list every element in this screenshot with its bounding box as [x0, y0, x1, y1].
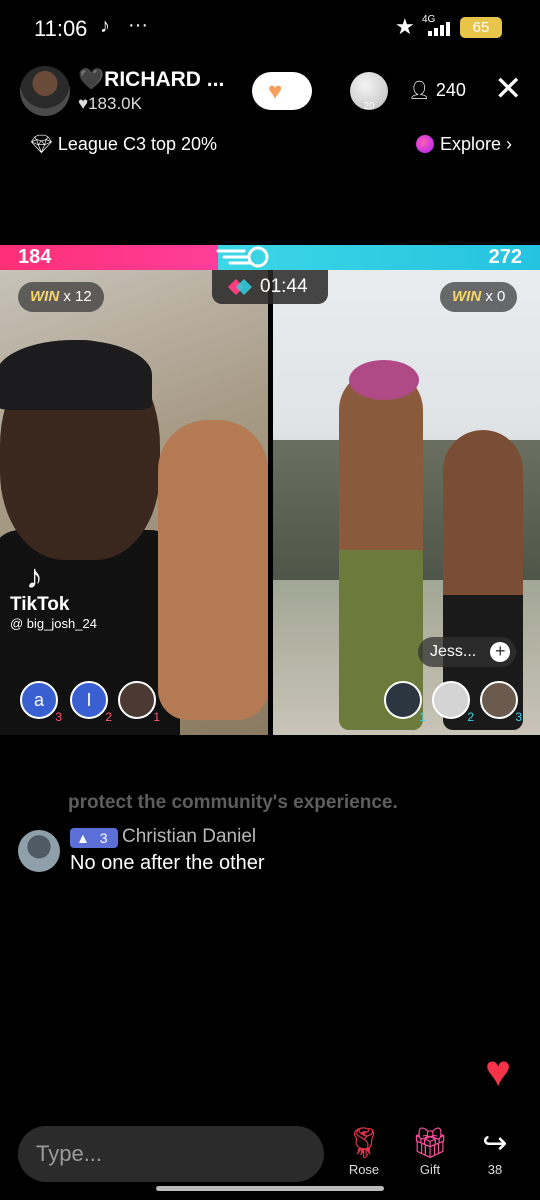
share-button[interactable]: ↪ 38: [470, 1126, 520, 1177]
left-supporter-1[interactable]: a 3: [20, 681, 62, 723]
home-indicator[interactable]: [156, 1186, 384, 1191]
waving-hand: [158, 420, 268, 720]
explore-icon: [416, 135, 434, 153]
watermark-brand: TikTok: [10, 594, 70, 615]
host-avatar[interactable]: [20, 66, 70, 116]
gift-icon: 🎁︎: [410, 1127, 450, 1160]
timer-value: 01:44: [260, 276, 308, 297]
explore-label: Explore: [440, 134, 502, 154]
comment-username[interactable]: Christian Daniel: [122, 826, 256, 848]
level-icon: ▲: [76, 830, 90, 846]
battle-icon: [228, 279, 252, 295]
viewer-count-value: 240: [435, 80, 466, 100]
right-supporter-2[interactable]: 2: [432, 681, 474, 723]
comment-input[interactable]: Type...: [18, 1126, 324, 1182]
status-bar: 11:06 ♪ ··· ★ 4G 65: [0, 0, 540, 56]
follow-button[interactable]: ♥: [252, 72, 312, 110]
bandana: [0, 340, 152, 410]
viewer-count[interactable]: 👤︎ 240: [408, 80, 466, 101]
host-name[interactable]: 🖤RICHARD ...: [78, 68, 224, 92]
status-time: 11:06: [34, 16, 88, 41]
close-button[interactable]: ✕: [494, 72, 523, 106]
star-icon: ★: [395, 14, 415, 39]
person-icon: 👤︎: [408, 80, 431, 100]
tiktok-watermark: ♪ TikTok @ big_josh_24: [10, 560, 97, 631]
left-supporter-2[interactable]: I 2: [70, 681, 112, 723]
add-guest-icon[interactable]: +: [490, 642, 511, 662]
gift-label: Gift: [419, 1162, 441, 1177]
left-win-badge: WIN x 12: [18, 282, 104, 312]
chevron-right-icon: ›: [506, 134, 513, 154]
system-message: protect the community's experience.: [68, 792, 398, 813]
dancer-left: [339, 370, 423, 730]
score-divider-icon: [216, 246, 269, 268]
pink-hat: [349, 360, 419, 400]
comment-text: No one after the other: [70, 852, 265, 874]
comment-placeholder: Type...: [36, 1141, 103, 1166]
battle-score-bar: 184 272: [0, 245, 540, 270]
league-text: League C3 top 20%: [57, 134, 218, 154]
signal-icon: [428, 22, 456, 36]
right-supporter-1[interactable]: 1: [384, 681, 426, 723]
share-icon: ↪: [482, 1127, 508, 1160]
diamond-icon: 💎︎: [30, 134, 53, 154]
rose-icon: 🌹︎: [344, 1127, 384, 1160]
more-notifications-icon: ···: [128, 14, 148, 36]
rose-label: Rose: [348, 1162, 380, 1177]
user-level-badge: ▲ 3: [70, 828, 118, 848]
heart-plus-icon: ♥: [268, 78, 283, 105]
rose-button[interactable]: 🌹︎ Rose: [339, 1126, 389, 1177]
like-heart-icon[interactable]: ♥: [485, 1050, 511, 1094]
guest-name: Jess...: [430, 643, 477, 660]
left-score: 184: [18, 246, 52, 268]
right-win-badge: WIN x 0: [440, 282, 518, 312]
right-supporter-3[interactable]: 3: [480, 681, 522, 723]
coin-value: 20: [363, 101, 375, 112]
gift-button[interactable]: 🎁︎ Gift: [405, 1126, 455, 1177]
watermark-username: @ big_josh_24: [10, 616, 97, 631]
guest-name-pill[interactable]: Jess... +: [418, 637, 517, 667]
coin-badge[interactable]: 20: [350, 72, 388, 112]
battery-indicator: 65: [460, 17, 502, 38]
live-header: 🖤RICHARD ... ♥183.0K ♥ 20 👤︎ 240 ✕: [0, 62, 540, 122]
left-video-stream[interactable]: [0, 270, 268, 735]
commenter-avatar[interactable]: [18, 830, 60, 872]
share-count: 38: [487, 1162, 503, 1177]
left-supporter-3[interactable]: 1: [118, 681, 160, 723]
tiktok-notification-icon: ♪: [100, 15, 110, 37]
tiktok-logo-icon: ♪: [26, 558, 43, 596]
explore-button[interactable]: Explore ›: [416, 134, 512, 155]
right-score: 272: [488, 246, 522, 268]
league-rank[interactable]: 💎︎ League C3 top 20%: [30, 134, 217, 155]
host-likes: ♥183.0K: [78, 94, 142, 113]
battle-timer: 01:44: [212, 270, 328, 304]
